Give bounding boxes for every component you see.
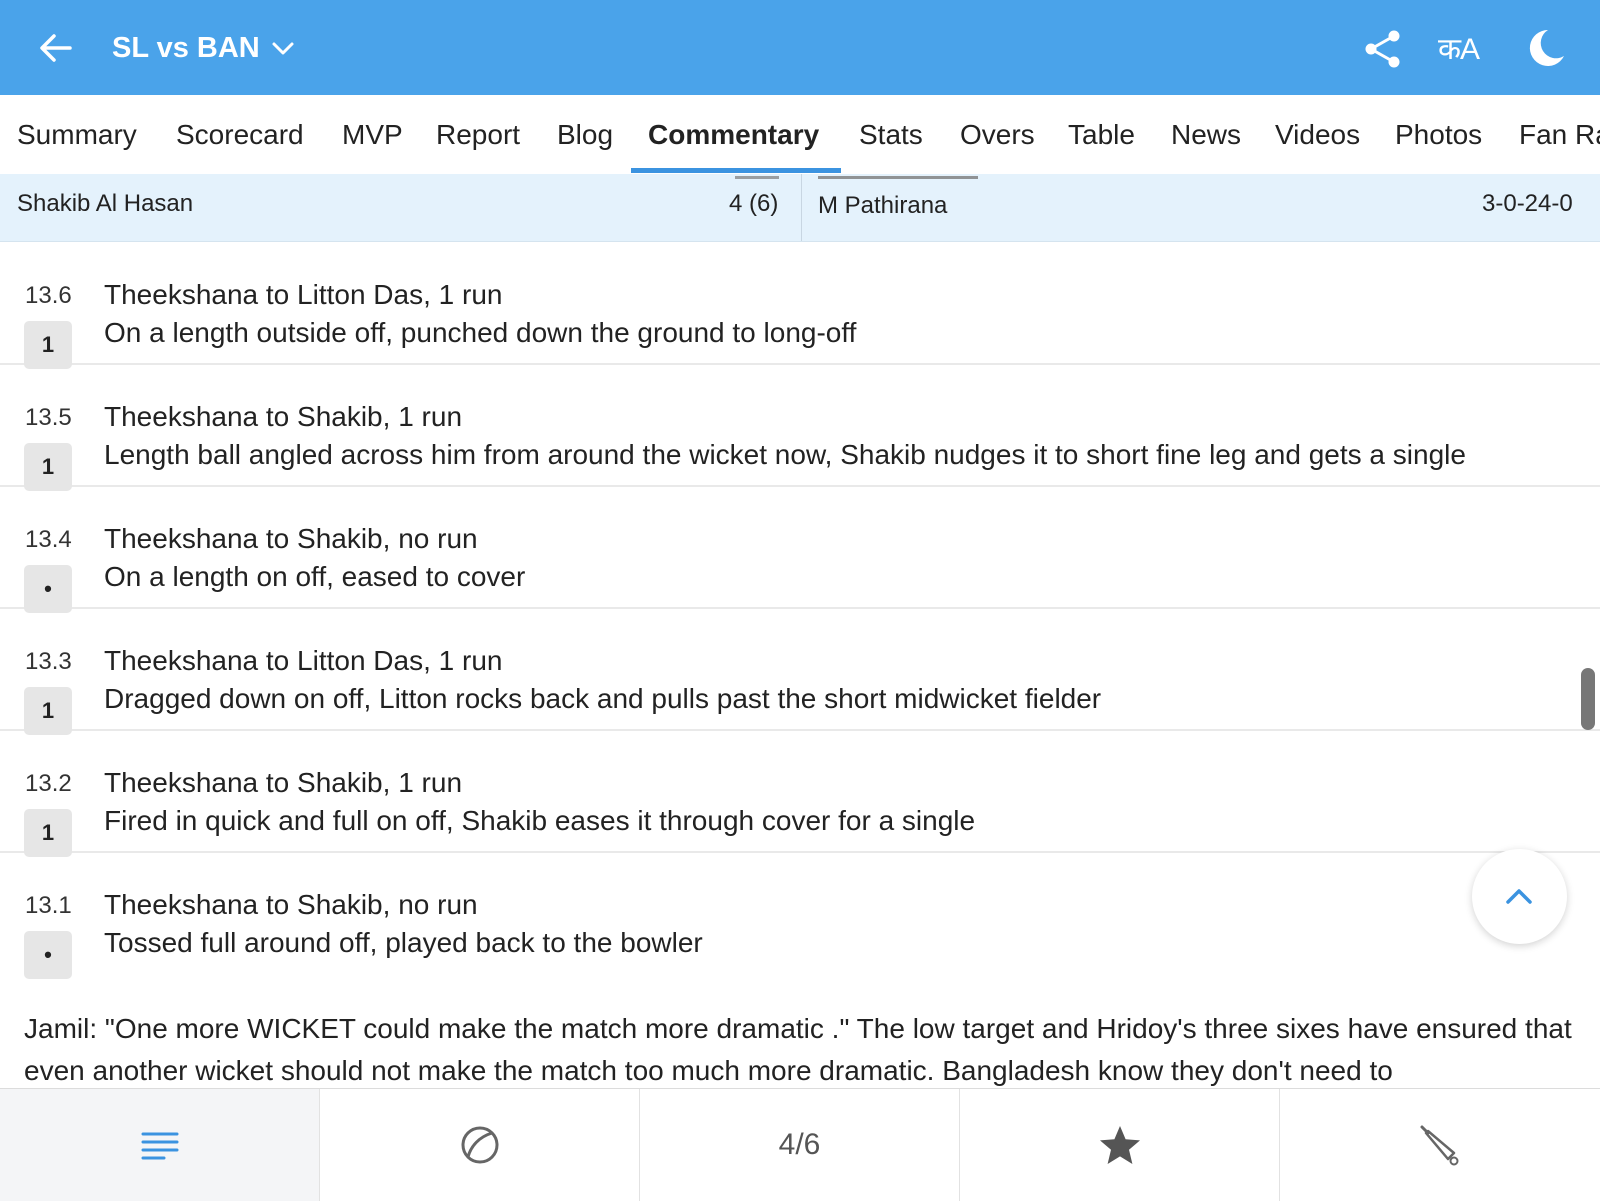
tab-videos[interactable]: Videos	[1275, 95, 1360, 174]
ball-description: Tossed full around off, played back to t…	[104, 927, 703, 958]
tab-fan-ratings[interactable]: Fan Ra	[1519, 95, 1600, 174]
over-number: 13.1	[25, 892, 72, 919]
ball-commentary-item: 13.2 1 Theekshana to Shakib, 1 run Fired…	[0, 729, 1600, 857]
ball-commentary-item: 13.4 • Theekshana to Shakib, no run On a…	[0, 485, 1600, 613]
cricket-bat-icon	[1420, 1125, 1458, 1166]
share-icon[interactable]	[1362, 28, 1404, 70]
language-toggle[interactable]: कA	[1438, 30, 1480, 70]
tab-mvp[interactable]: MVP	[342, 95, 403, 174]
commentary-note: Jamil: "One more WICKET could make the m…	[24, 1013, 1572, 1086]
chevron-down-icon[interactable]	[270, 36, 296, 62]
ball-headline: Theekshana to Shakib, 1 run	[104, 401, 463, 432]
tab-photos[interactable]: Photos	[1395, 95, 1482, 174]
over-number: 13.2	[25, 770, 72, 797]
bowler-name[interactable]: M Pathirana	[818, 188, 947, 224]
dot-ball-badge: •	[24, 931, 72, 979]
over-number: 13.6	[25, 282, 72, 309]
over-number: 13.3	[25, 648, 72, 675]
tab-table[interactable]: Table	[1068, 95, 1135, 174]
dark-mode-moon-icon[interactable]	[1522, 26, 1566, 70]
page-indicator: 4/6	[778, 1128, 821, 1161]
clipped-row-fragment	[818, 174, 978, 179]
ball-commentary-item: 13.1 • Theekshana to Shakib, no run Toss…	[0, 851, 1600, 979]
bottom-nav-favourites[interactable]	[960, 1089, 1280, 1201]
ball-headline: Theekshana to Litton Das, 1 run	[104, 645, 503, 676]
tab-scorecard[interactable]: Scorecard	[176, 95, 304, 174]
ball-description: Fired in quick and full on off, Shakib e…	[104, 805, 976, 836]
scroll-to-top-button[interactable]	[1472, 849, 1567, 944]
scrollbar-thumb[interactable]	[1581, 668, 1595, 730]
tab-commentary[interactable]: Commentary	[648, 95, 819, 174]
tab-report[interactable]: Report	[436, 95, 520, 174]
bowler-figures: 3-0-24-0	[1482, 190, 1573, 217]
menu-icon	[141, 1132, 178, 1160]
star-icon	[1099, 1126, 1140, 1164]
ball-commentary-item: 13.6 1 Theekshana to Litton Das, 1 run O…	[0, 241, 1600, 369]
tab-news[interactable]: News	[1171, 95, 1241, 174]
back-arrow-icon[interactable]	[36, 28, 76, 68]
runs-badge: 1	[24, 687, 72, 735]
ball-headline: Theekshana to Litton Das, 1 run	[104, 279, 503, 310]
active-tab-indicator	[631, 168, 841, 173]
tab-blog[interactable]: Blog	[557, 95, 613, 174]
ball-headline: Theekshana to Shakib, no run	[104, 889, 478, 920]
ball-headline: Theekshana to Shakib, 1 run	[104, 767, 463, 798]
ball-commentary-item: 13.5 1 Theekshana to Shakib, 1 run Lengt…	[0, 363, 1600, 491]
ball-description: Dragged down on off, Litton rocks back a…	[104, 683, 1102, 714]
bottom-nav-bat[interactable]	[1280, 1089, 1599, 1201]
match-title[interactable]: SL vs BAN	[112, 28, 260, 68]
ball-commentary-item: 13.3 1 Theekshana to Litton Das, 1 run D…	[0, 607, 1600, 735]
strip-divider	[801, 174, 802, 241]
app-header: SL vs BAN कA	[0, 0, 1600, 95]
runs-badge: 1	[24, 809, 72, 857]
ball-description: Length ball angled across him from aroun…	[104, 439, 1466, 470]
tab-stats[interactable]: Stats	[859, 95, 923, 174]
tab-overs[interactable]: Overs	[960, 95, 1035, 174]
bottom-nav: 4/6	[0, 1088, 1600, 1201]
ball-headline: Theekshana to Shakib, no run	[104, 523, 478, 554]
tab-summary[interactable]: Summary	[17, 95, 137, 174]
tab-bar: Summary Scorecard MVP Report Blog Commen…	[0, 95, 1600, 174]
over-number: 13.4	[25, 526, 72, 553]
cricket-ball-icon	[461, 1126, 498, 1164]
bottom-nav-commentary[interactable]	[0, 1089, 320, 1201]
ball-description: On a length outside off, punched down th…	[104, 317, 857, 348]
current-players-strip: Shakib Al Hasan 4 (6) M Pathirana 3-0-24…	[0, 174, 1600, 242]
clipped-row-fragment	[735, 174, 779, 179]
chevron-up-icon	[1506, 889, 1532, 904]
batter-name[interactable]: Shakib Al Hasan	[17, 186, 193, 222]
dot-ball-badge: •	[24, 565, 72, 613]
over-number: 13.5	[25, 404, 72, 431]
runs-badge: 1	[24, 321, 72, 369]
bottom-nav-ball[interactable]	[320, 1089, 640, 1201]
bottom-nav-page[interactable]: 4/6	[640, 1089, 960, 1201]
batter-score: 4 (6)	[729, 190, 779, 217]
runs-badge: 1	[24, 443, 72, 491]
ball-description: On a length on off, eased to cover	[104, 561, 526, 592]
